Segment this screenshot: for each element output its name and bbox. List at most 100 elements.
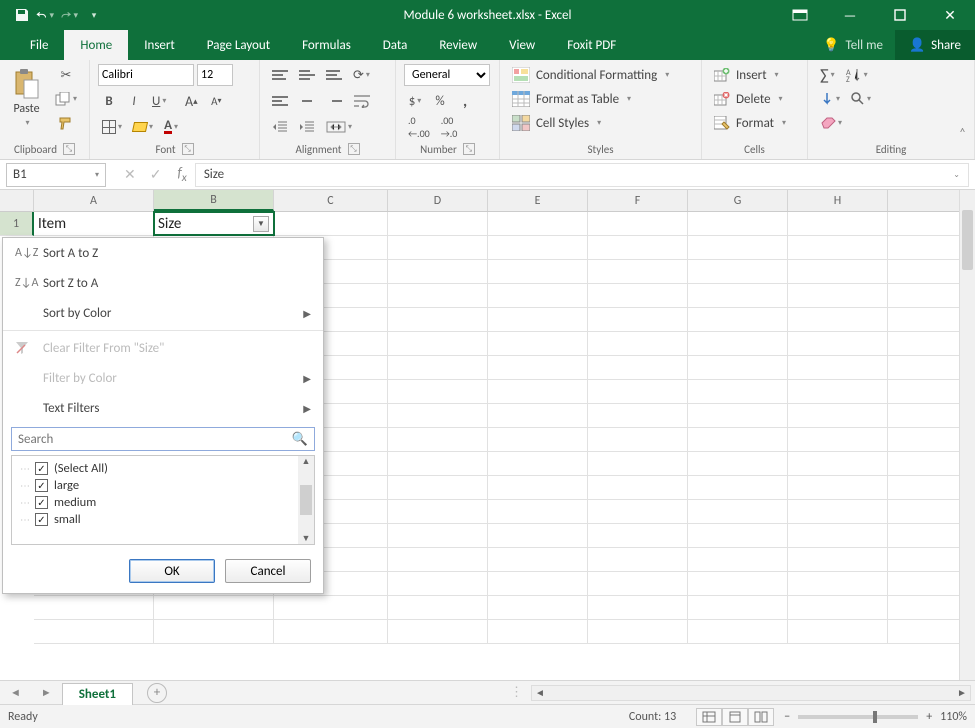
cell-C17[interactable]	[274, 596, 388, 619]
increase-indent-icon[interactable]	[295, 116, 319, 138]
save-icon[interactable]	[12, 5, 32, 25]
collapse-ribbon-icon[interactable]: ˄	[959, 126, 966, 141]
filter-item-large[interactable]: ⋯✓large	[14, 477, 312, 494]
cell-F4[interactable]	[588, 284, 688, 307]
decrease-indent-icon[interactable]	[268, 116, 292, 138]
cell-E14[interactable]	[488, 524, 588, 547]
filter-search-input[interactable]	[18, 432, 292, 447]
grow-font-icon[interactable]: A▴	[180, 90, 202, 112]
cell-E8[interactable]	[488, 380, 588, 403]
tab-file[interactable]: File	[14, 30, 64, 60]
cell-C18[interactable]	[274, 620, 388, 643]
cell-H1[interactable]	[788, 212, 888, 235]
align-center-icon[interactable]	[295, 90, 319, 112]
ribbon-options-icon[interactable]	[775, 0, 825, 30]
text-filters[interactable]: Text Filters▶	[3, 393, 323, 423]
orientation-icon[interactable]: ⟳▾	[349, 64, 374, 86]
tab-review[interactable]: Review	[423, 30, 493, 60]
view-page-layout-icon[interactable]	[722, 708, 748, 726]
minimize-icon[interactable]: —	[825, 0, 875, 30]
cell-E17[interactable]	[488, 596, 588, 619]
cell-G12[interactable]	[688, 476, 788, 499]
column-header-F[interactable]: F	[588, 190, 688, 211]
column-header-H[interactable]: H	[788, 190, 888, 211]
row-header-1[interactable]: 1	[0, 212, 34, 236]
cell-H7[interactable]	[788, 356, 888, 379]
tab-data[interactable]: Data	[367, 30, 424, 60]
cell-D14[interactable]	[388, 524, 488, 547]
autosum-icon[interactable]: ∑▾	[816, 64, 839, 86]
align-middle-icon[interactable]	[295, 64, 319, 86]
cell-E9[interactable]	[488, 404, 588, 427]
italic-button[interactable]: I	[123, 90, 145, 112]
fill-icon[interactable]: ▾	[816, 88, 844, 110]
cell-G17[interactable]	[688, 596, 788, 619]
cell-E6[interactable]	[488, 332, 588, 355]
cell-D5[interactable]	[388, 308, 488, 331]
cell-E5[interactable]	[488, 308, 588, 331]
tab-formulas[interactable]: Formulas	[286, 30, 367, 60]
cell-F3[interactable]	[588, 260, 688, 283]
find-select-icon[interactable]: ▾	[847, 88, 875, 110]
cell-A18[interactable]	[34, 620, 154, 643]
number-launcher-icon[interactable]: ⤡	[463, 143, 475, 155]
column-header-B[interactable]: B	[154, 190, 274, 211]
shrink-font-icon[interactable]: A▾	[205, 90, 227, 112]
cell-G14[interactable]	[688, 524, 788, 547]
cell-H6[interactable]	[788, 332, 888, 355]
cell-G13[interactable]	[688, 500, 788, 523]
zoom-in-icon[interactable]: +	[926, 710, 932, 724]
cell-H5[interactable]	[788, 308, 888, 331]
align-bottom-icon[interactable]	[322, 64, 346, 86]
cell-D4[interactable]	[388, 284, 488, 307]
cell-D7[interactable]	[388, 356, 488, 379]
cell-F5[interactable]	[588, 308, 688, 331]
sort-by-color[interactable]: Sort by Color▶	[3, 298, 323, 328]
cell-G11[interactable]	[688, 452, 788, 475]
horizontal-scrollbar[interactable]: ◄►	[531, 685, 971, 701]
column-header-C[interactable]: C	[274, 190, 388, 211]
column-header-A[interactable]: A	[34, 190, 154, 211]
cell-H16[interactable]	[788, 572, 888, 595]
cell-styles-button[interactable]: Cell Styles▾	[508, 112, 673, 134]
view-page-break-icon[interactable]	[748, 708, 774, 726]
align-right-icon[interactable]	[322, 90, 346, 112]
cell-F8[interactable]	[588, 380, 688, 403]
share-button[interactable]: 👤Share	[895, 30, 975, 60]
tab-page-layout[interactable]: Page Layout	[191, 30, 286, 60]
split-handle-icon[interactable]: ⋮	[502, 685, 531, 700]
cell-A1[interactable]: Item	[34, 212, 154, 235]
cell-H15[interactable]	[788, 548, 888, 571]
copy-icon[interactable]: ▾	[51, 88, 81, 110]
cell-H11[interactable]	[788, 452, 888, 475]
view-normal-icon[interactable]	[696, 708, 722, 726]
format-cells-button[interactable]: Format▾	[710, 112, 790, 134]
cell-H2[interactable]	[788, 236, 888, 259]
cell-F18[interactable]	[588, 620, 688, 643]
cell-G9[interactable]	[688, 404, 788, 427]
cell-A17[interactable]	[34, 596, 154, 619]
checklist-scrollbar[interactable]: ▲▼	[298, 456, 314, 544]
cell-G2[interactable]	[688, 236, 788, 259]
cell-H13[interactable]	[788, 500, 888, 523]
cell-F13[interactable]	[588, 500, 688, 523]
format-as-table-button[interactable]: Format as Table▾	[508, 88, 673, 110]
align-top-icon[interactable]	[268, 64, 292, 86]
cell-E11[interactable]	[488, 452, 588, 475]
cell-E4[interactable]	[488, 284, 588, 307]
cell-E12[interactable]	[488, 476, 588, 499]
vertical-scrollbar[interactable]	[959, 190, 975, 680]
cell-G1[interactable]	[688, 212, 788, 235]
cell-F15[interactable]	[588, 548, 688, 571]
cell-G10[interactable]	[688, 428, 788, 451]
customize-qat-icon[interactable]: ▾	[84, 5, 104, 25]
filter-item-select-all[interactable]: ⋯✓(Select All)	[14, 460, 312, 477]
format-painter-icon[interactable]	[51, 112, 81, 134]
cell-E16[interactable]	[488, 572, 588, 595]
delete-cells-button[interactable]: Delete▾	[710, 88, 790, 110]
bold-button[interactable]: B	[98, 90, 120, 112]
column-header-D[interactable]: D	[388, 190, 488, 211]
cell-F7[interactable]	[588, 356, 688, 379]
cell-F12[interactable]	[588, 476, 688, 499]
cell-F16[interactable]	[588, 572, 688, 595]
